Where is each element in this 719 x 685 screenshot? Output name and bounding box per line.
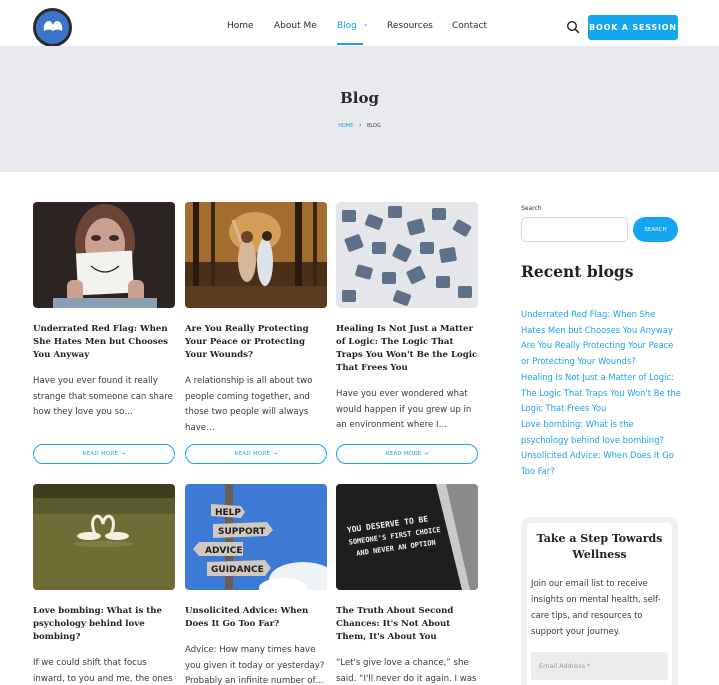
read-more-button[interactable]: READ MORE → [185, 444, 327, 464]
email-field[interactable]: Email Address * [531, 652, 668, 680]
recent-blog-link[interactable]: Underrated Red Flag: When She Hates Men … [521, 307, 681, 338]
post-image-woman-paper-smile [33, 202, 175, 308]
book-session-button[interactable]: BOOK A SESSION [588, 15, 678, 40]
post-title[interactable]: The Truth About Second Chances: It's Not… [336, 605, 478, 644]
post-title[interactable]: Underrated Red Flag: When She Hates Men … [33, 323, 175, 362]
sign-advice: ADVICE [205, 546, 243, 556]
sign-help: HELP [215, 508, 241, 518]
breadcrumb-home[interactable]: HOME [338, 123, 353, 129]
read-more-button[interactable]: READ MORE → [336, 444, 478, 464]
site-header: Home About Me Blog ⌄ Resources Contact B… [0, 0, 719, 52]
recent-blog-link[interactable]: Love bombing: What is the psychology beh… [521, 417, 681, 448]
page-banner: Blog HOME › BLOG [0, 46, 719, 172]
post-card: Love bombing: What is the psychology beh… [33, 484, 175, 685]
sign-guidance: GUIDANCE [211, 565, 264, 575]
breadcrumb-separator: › [358, 122, 362, 129]
post-card: Healing Is Not Just a Matter of Logic: T… [336, 202, 478, 434]
post-image-swans-heart [33, 484, 175, 590]
post-thumbnail[interactable] [33, 484, 175, 590]
post-thumbnail[interactable] [185, 202, 327, 308]
recent-blog-link[interactable]: Unsolicited Advice: When Does It Go Too … [521, 448, 681, 479]
breadcrumb: HOME › BLOG [0, 122, 719, 129]
post-title[interactable]: Unsolicited Advice: When Does It Go Too … [185, 605, 327, 631]
post-thumbnail[interactable] [33, 202, 175, 308]
nav-contact[interactable]: Contact [452, 21, 487, 31]
post-thumbnail[interactable]: HELP SUPPORT ADVICE GUIDANCE [185, 484, 327, 590]
breadcrumb-current: BLOG [366, 123, 381, 129]
nav-about[interactable]: About Me [274, 21, 317, 31]
search-button[interactable]: SEARCH [633, 217, 678, 242]
post-image-signpost: HELP SUPPORT ADVICE GUIDANCE [185, 484, 327, 590]
post-title[interactable]: Healing Is Not Just a Matter of Logic: T… [336, 323, 478, 375]
site-logo[interactable] [33, 8, 72, 47]
chevron-down-icon: ⌄ [362, 20, 369, 28]
post-card: Underrated Red Flag: When She Hates Men … [33, 202, 175, 421]
nav-resources[interactable]: Resources [387, 21, 433, 31]
nav-active-indicator [337, 43, 363, 45]
post-image-puzzle-pieces [336, 202, 478, 308]
post-thumbnail[interactable]: YOU DESERVE TO BE SOMEONE'S FIRST CHOICE… [336, 484, 478, 590]
post-excerpt: Have you ever found it really strange th… [33, 376, 173, 417]
post-excerpt: “Let's give love a chance,” she said. “I… [336, 658, 477, 684]
newsletter-title: Take a Step Towards Wellness [536, 532, 663, 561]
post-excerpt: A relationship is all about two people c… [185, 376, 313, 433]
post-card: YOU DESERVE TO BE SOMEONE'S FIRST CHOICE… [336, 484, 478, 685]
heart-hands-icon [43, 21, 63, 31]
sign-support: SUPPORT [218, 527, 266, 537]
post-title[interactable]: Love bombing: What is the psychology beh… [33, 605, 175, 644]
post-image-chalkboard-quote: YOU DESERVE TO BE SOMEONE'S FIRST CHOICE… [336, 484, 478, 590]
search-icon[interactable] [566, 20, 580, 34]
post-card: Are You Really Protecting Your Peace or … [185, 202, 327, 436]
nav-blog[interactable]: Blog ⌄ [337, 20, 369, 31]
search-label: Search [521, 205, 542, 212]
post-excerpt: Advice: How many times have you given it… [185, 645, 325, 685]
newsletter-box: Take a Step Towards Wellness Join our em… [521, 517, 678, 685]
post-excerpt: Have you ever wondered what would happen… [336, 389, 472, 430]
page-title: Blog [340, 89, 379, 107]
recent-blogs-heading: Recent blogs [521, 262, 634, 281]
nav-home[interactable]: Home [227, 21, 254, 31]
post-thumbnail[interactable] [336, 202, 478, 308]
recent-blogs-list: Underrated Red Flag: When She Hates Men … [521, 307, 681, 480]
post-card: HELP SUPPORT ADVICE GUIDANCE Unsolicited… [185, 484, 327, 685]
post-excerpt: If we could shift that focus inward, to … [33, 658, 173, 684]
post-title[interactable]: Are You Really Protecting Your Peace or … [185, 323, 327, 362]
read-more-button[interactable]: READ MORE → [33, 444, 175, 464]
recent-blog-link[interactable]: Are You Really Protecting Your Peace or … [521, 338, 681, 369]
post-image-couple-forest [185, 202, 327, 308]
nav-blog-label: Blog [337, 21, 357, 31]
newsletter-text: Join our email list to receive insights … [531, 578, 661, 636]
search-input[interactable] [521, 217, 628, 242]
recent-blog-link[interactable]: Healing Is Not Just a Matter of Logic: T… [521, 370, 681, 417]
